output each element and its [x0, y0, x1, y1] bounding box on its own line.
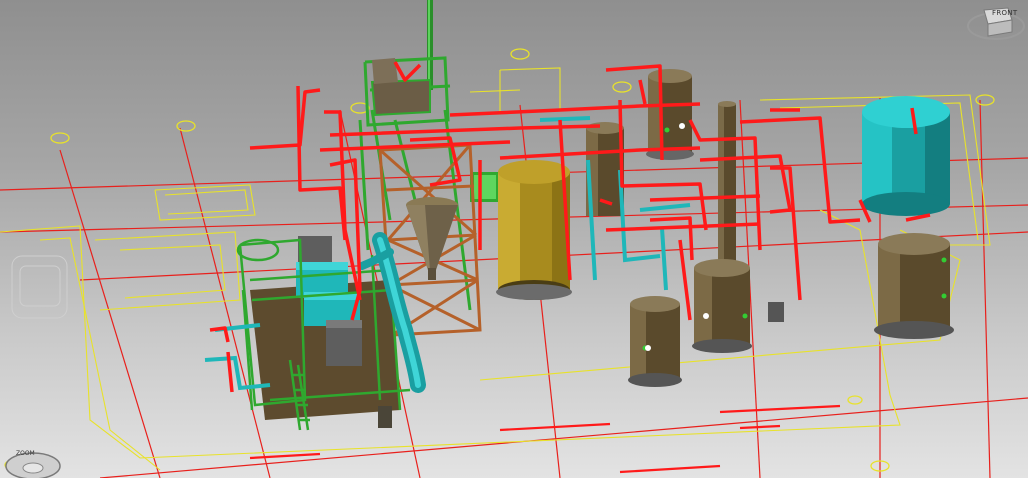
tall-column [718, 101, 736, 274]
vent-stack [427, 0, 433, 90]
zoom-label[interactable]: ZOOM [16, 450, 35, 457]
tank-top-center [646, 69, 694, 160]
plant-3d-model-scene[interactable] [0, 0, 1028, 478]
tank-bottom-center [692, 259, 752, 353]
tank-right-bronze [874, 233, 954, 339]
tank-bottom-left [628, 296, 682, 387]
red-marks [249, 404, 841, 474]
tank-cyan-storage [862, 96, 950, 216]
viewcube-icon[interactable] [966, 2, 1026, 42]
vehicle-outline [11, 255, 68, 319]
tank-gold-large [496, 160, 572, 300]
3d-model-viewport[interactable]: FRONT ZOOM [0, 0, 1028, 478]
platform-top-box [370, 58, 431, 117]
viewcube-face-label[interactable]: FRONT [992, 9, 1017, 17]
